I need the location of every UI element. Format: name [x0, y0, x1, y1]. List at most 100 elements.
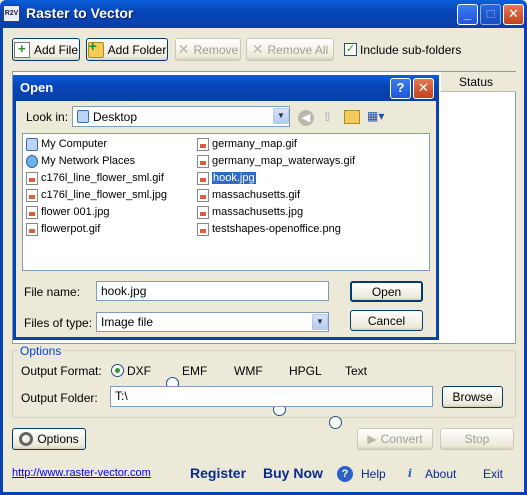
remove-all-label: Remove All: [267, 42, 329, 57]
options-button-label: Options: [37, 432, 79, 446]
output-folder-label: Output Folder:: [21, 391, 98, 405]
file-name-text: c176l_line_flower_sml.gif: [41, 172, 164, 184]
format-label-dxf: DXF: [127, 364, 151, 378]
options-button[interactable]: Options: [12, 428, 86, 450]
file-list-item[interactable]: massachusetts.jpg: [197, 204, 303, 220]
file-list-item[interactable]: hook.jpg: [197, 170, 256, 186]
website-link[interactable]: http://www.raster-vector.com: [12, 467, 151, 479]
look-in-dropdown-arrow-icon[interactable]: ▼: [273, 108, 289, 124]
remove-button[interactable]: ✕ Remove: [175, 38, 241, 61]
desktop-icon: [77, 110, 89, 123]
browse-button-label: Browse: [452, 390, 493, 404]
image-file-icon: [197, 188, 209, 202]
image-file-icon: [197, 154, 209, 168]
open-button[interactable]: Open: [350, 281, 423, 302]
image-file-icon: [26, 188, 38, 202]
file-name-input[interactable]: hook.jpg: [96, 281, 329, 301]
file-name-label: File name:: [24, 285, 81, 299]
remove-all-icon: ✕: [251, 41, 264, 57]
play-icon: ▶: [367, 432, 377, 446]
file-name-text: My Network Places: [41, 155, 136, 167]
format-radio-text[interactable]: [329, 416, 342, 429]
image-file-icon: [26, 222, 38, 236]
image-file-icon: [26, 205, 38, 219]
up-folder-icon[interactable]: ⇧: [322, 109, 336, 125]
file-list-item[interactable]: massachusetts.gif: [197, 187, 300, 203]
new-folder-icon[interactable]: [344, 110, 360, 124]
cancel-button[interactable]: Cancel: [350, 310, 423, 331]
file-name-text: flower 001.jpg: [41, 206, 110, 218]
minimize-button[interactable]: _: [457, 4, 478, 25]
file-list-item[interactable]: flower 001.jpg: [26, 204, 110, 220]
remove-label: Remove: [193, 42, 239, 57]
file-name-text: flowerpot.gif: [41, 223, 101, 235]
add-file-button[interactable]: Add File: [12, 38, 80, 61]
format-radio-dxf[interactable]: [111, 364, 124, 377]
add-folder-button[interactable]: Add Folder: [86, 38, 168, 61]
maximize-button: □: [480, 4, 501, 25]
buy-now-link[interactable]: Buy Now: [263, 465, 323, 481]
look-in-label: Look in:: [26, 110, 69, 124]
output-folder-input[interactable]: T:\: [110, 386, 433, 407]
image-file-icon: [197, 171, 209, 185]
convert-button[interactable]: ▶ Convert: [357, 428, 433, 450]
file-list-item[interactable]: germany_map.gif: [197, 136, 297, 152]
convert-button-label: Convert: [380, 432, 423, 446]
options-group: [12, 350, 516, 418]
file-name-text: massachusetts.gif: [212, 189, 301, 201]
exit-link[interactable]: Exit: [483, 467, 503, 481]
about-icon: i: [407, 467, 413, 480]
window-title: Raster to Vector: [26, 5, 134, 21]
file-list-item[interactable]: My Network Places: [26, 153, 135, 169]
format-label-emf: EMF: [182, 364, 208, 378]
files-of-type-dropdown-arrow-icon[interactable]: ▼: [312, 314, 328, 330]
format-label-hpgl: HPGL: [289, 364, 322, 378]
browse-button[interactable]: Browse: [442, 386, 503, 408]
help-link[interactable]: Help: [361, 467, 386, 481]
file-name-text: My Computer: [41, 138, 108, 150]
dialog-help-button[interactable]: ?: [390, 78, 411, 99]
close-button[interactable]: ✕: [503, 4, 524, 25]
dialog-close-button[interactable]: ✕: [413, 78, 434, 99]
add-folder-icon: [87, 38, 104, 58]
stop-button[interactable]: Stop: [440, 428, 514, 450]
file-list-item[interactable]: testshapes-openoffice.png: [197, 221, 341, 237]
remove-icon: ✕: [177, 41, 190, 57]
image-file-icon: [197, 222, 209, 236]
look-in-value: Desktop: [93, 109, 138, 124]
file-name-text: germany_map.gif: [212, 138, 297, 150]
add-file-label: Add File: [33, 42, 79, 57]
output-format-label: Output Format:: [21, 364, 102, 378]
file-name-text: germany_map_waterways.gif: [212, 155, 356, 167]
include-subfolders-checkbox[interactable]: ✓: [344, 43, 357, 56]
file-list-item[interactable]: c176l_line_flower_sml.gif: [26, 170, 164, 186]
file-list-item[interactable]: flowerpot.gif: [26, 221, 100, 237]
file-list-item[interactable]: c176l_line_flower_sml.jpg: [26, 187, 167, 203]
file-list-item[interactable]: germany_map_waterways.gif: [197, 153, 355, 169]
view-menu-icon[interactable]: ▦▾: [367, 109, 391, 125]
files-of-type-dropdown[interactable]: Image file: [96, 312, 329, 332]
stop-button-label: Stop: [464, 432, 490, 446]
file-list-item[interactable]: My Computer: [26, 136, 107, 152]
image-file-icon: [26, 171, 38, 185]
app-icon: R2V: [3, 5, 20, 22]
format-label-wmf: WMF: [234, 364, 263, 378]
add-folder-label: Add Folder: [107, 42, 167, 57]
include-subfolders-label: Include sub-folders: [360, 43, 462, 57]
look-in-dropdown[interactable]: Desktop: [72, 106, 290, 127]
column-header-status[interactable]: Status: [440, 72, 516, 92]
file-name-text: c176l_line_flower_sml.jpg: [41, 189, 167, 201]
back-icon[interactable]: ◀: [298, 110, 314, 126]
add-file-icon: [13, 41, 30, 58]
gear-icon: [19, 432, 34, 446]
status-header-label: Status: [459, 75, 494, 89]
about-link[interactable]: About: [425, 467, 456, 481]
network-places-icon: [26, 154, 38, 168]
open-dialog-title-bar[interactable]: [13, 75, 439, 101]
remove-all-button[interactable]: ✕ Remove All: [246, 38, 334, 61]
register-link[interactable]: Register: [190, 465, 246, 481]
file-name-text: hook.jpg: [212, 172, 256, 184]
file-name-text: massachusetts.jpg: [212, 206, 304, 218]
computer-icon: [26, 137, 38, 151]
open-dialog-title: Open: [20, 80, 54, 95]
